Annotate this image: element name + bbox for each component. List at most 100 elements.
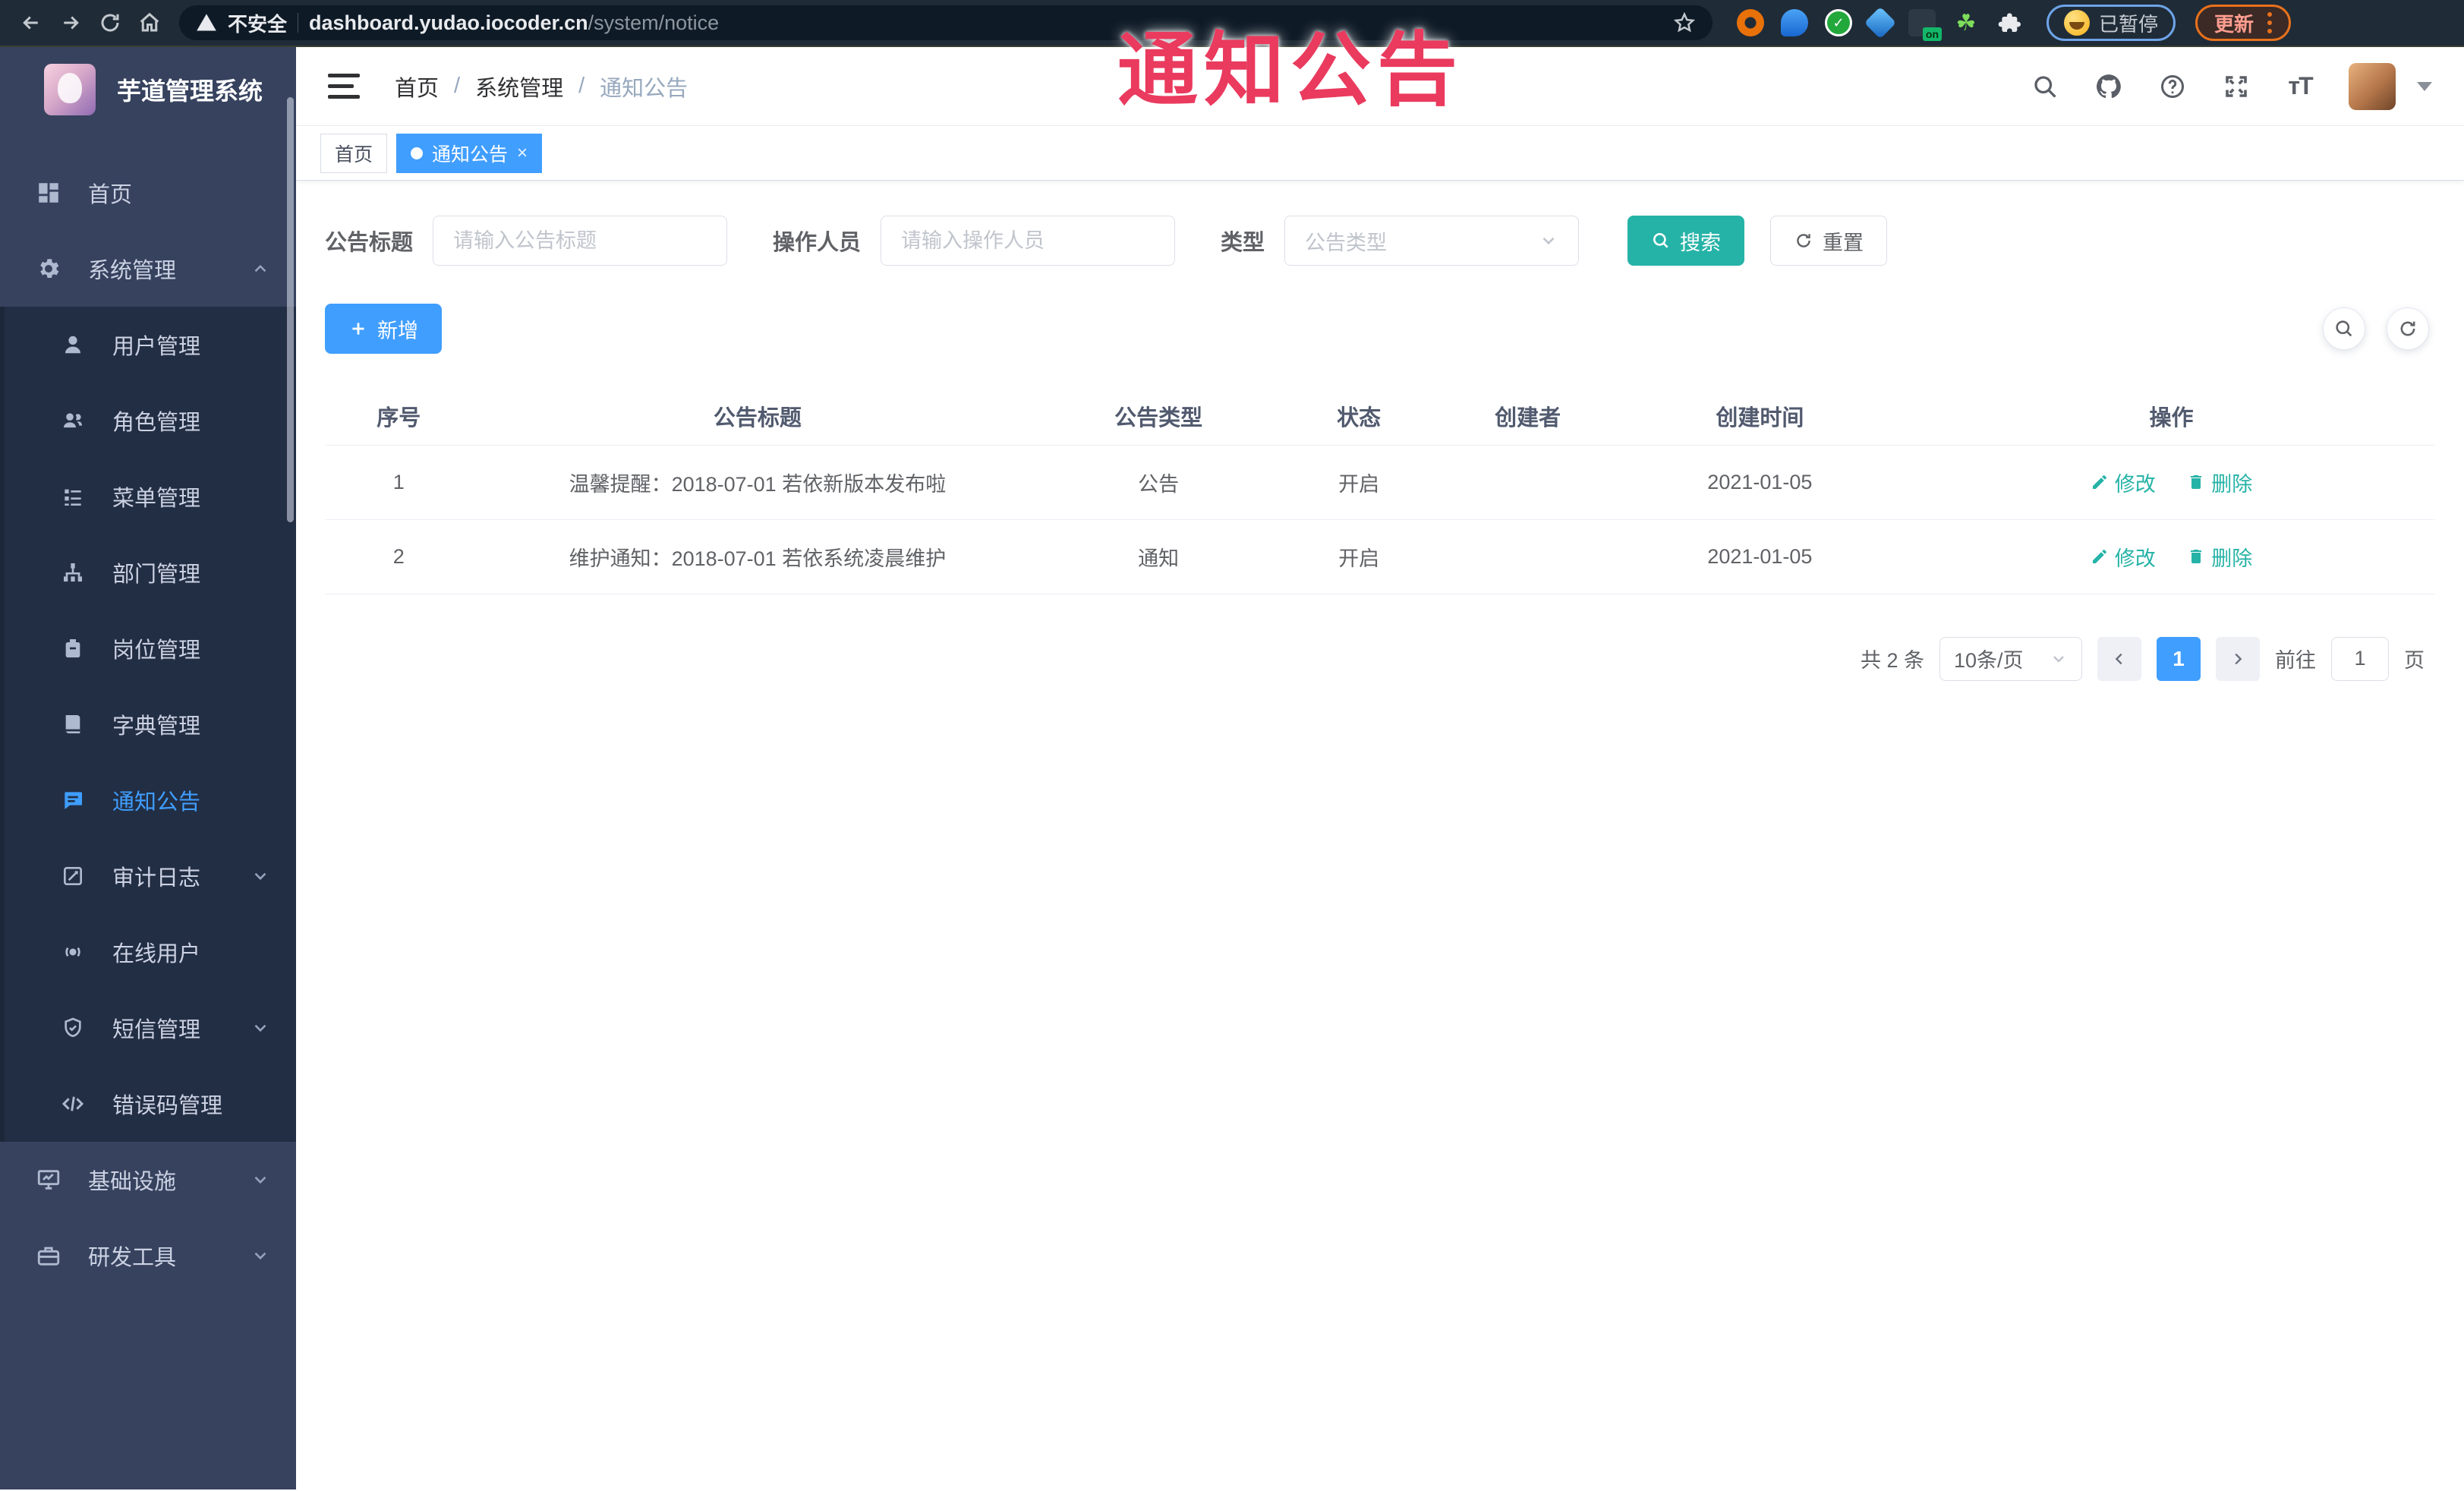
refresh-icon (1797, 234, 1810, 247)
tab-notice-announcement[interactable]: 通知公告 × (396, 133, 543, 173)
hamburger-icon[interactable] (328, 74, 360, 99)
operator-input[interactable] (881, 216, 1176, 266)
fullscreen-icon[interactable] (2221, 71, 2251, 102)
sidebar-item-department-management[interactable]: 部门管理 (0, 534, 296, 610)
extension-orange-ring-icon[interactable] (1737, 9, 1764, 36)
tab-label: 首页 (335, 143, 373, 165)
type-label: 类型 (1221, 231, 1265, 255)
profile-paused-pill[interactable]: 已暂停 (2047, 5, 2176, 41)
sidebar-item-label: 短信管理 (112, 1018, 201, 1042)
refresh-table-button[interactable] (2387, 307, 2429, 350)
sidebar-item-sms-management[interactable]: 短信管理 (0, 990, 296, 1066)
notice-title-label: 公告标题 (325, 231, 414, 255)
breadcrumb-home[interactable]: 首页 (395, 71, 439, 102)
page-url: dashboard.yudao.iocoder.cn/system/notice (309, 11, 719, 35)
top-navbar: 首页 / 系统管理 / 通知公告 тT (296, 47, 2464, 126)
url-host: dashboard.yudao.iocoder.cn (309, 11, 588, 34)
page-number-button[interactable]: 1 (2157, 636, 2201, 681)
delete-link[interactable]: 删除 (2187, 468, 2252, 497)
cell-status: 开启 (1274, 445, 1444, 520)
cell-creator (1443, 519, 1612, 594)
browser-home-icon[interactable] (132, 5, 167, 40)
page-size-select[interactable]: 10条/页 (1939, 636, 2082, 681)
sidebar-item-dev-tools[interactable]: 研发工具 (0, 1218, 296, 1294)
sidebar-item-online-users[interactable]: 在线用户 (0, 914, 296, 990)
cell-title: 温馨提醒：2018-07-01 若依新版本发布啦 (472, 445, 1043, 520)
github-icon[interactable] (2094, 71, 2124, 102)
cell-creator (1443, 445, 1612, 520)
breadcrumb-system[interactable]: 系统管理 (475, 71, 563, 102)
sidebar-item-error-code-management[interactable]: 错误码管理 (0, 1066, 296, 1142)
sidebar-item-infrastructure[interactable]: 基础设施 (0, 1142, 296, 1218)
badge-icon (58, 636, 88, 660)
plus-icon (352, 323, 364, 335)
extension-green-circle-icon[interactable]: ✓ (1825, 9, 1852, 36)
chevron-down-icon (2053, 655, 2064, 663)
extensions-puzzle-icon[interactable] (1996, 9, 2024, 36)
extension-blue-drop-icon[interactable] (1781, 9, 1808, 36)
add-button[interactable]: 新增 (325, 304, 442, 354)
page-unit-label: 页 (2404, 649, 2425, 672)
sidebar-item-audit-log[interactable]: 审计日志 (0, 838, 296, 914)
cell-created: 2021-01-05 (1612, 445, 1908, 520)
extension-switch-icon[interactable]: on (1908, 9, 1942, 41)
search-icon[interactable] (2030, 71, 2060, 102)
tab-home[interactable]: 首页 (320, 133, 388, 173)
extension-blue-gem-icon[interactable] (1864, 6, 1897, 39)
avatar-caret-icon[interactable] (2417, 81, 2432, 91)
breadcrumb-current: 通知公告 (600, 76, 688, 101)
main-panel: 首页 / 系统管理 / 通知公告 тT 首页 通知公告 × 公告标题 请输入公告… (296, 47, 2464, 1489)
browser-back-icon[interactable] (14, 5, 49, 40)
extension-toolbar: ✓ on ☘ (1737, 6, 2024, 41)
sidebar-item-home[interactable]: 首页 (0, 155, 296, 231)
prev-page-button[interactable] (2097, 636, 2141, 681)
col-index: 序号 (325, 387, 473, 446)
user-avatar[interactable] (2349, 62, 2396, 110)
url-path: /system/notice (588, 11, 720, 34)
extension-sprout-icon[interactable]: ☘ (1952, 9, 1980, 36)
sidebar: 芋道管理系统 首页 系统管理 用户管理 角色管理 菜单管理 部门管理 岗位管理 … (0, 47, 296, 1489)
help-icon[interactable] (2157, 71, 2188, 102)
edit-link[interactable]: 修改 (2091, 542, 2156, 572)
app-logo-row[interactable]: 芋道管理系统 (0, 47, 296, 132)
toggle-search-button[interactable] (2323, 307, 2365, 350)
delete-link[interactable]: 删除 (2187, 542, 2252, 572)
sidebar-item-label: 角色管理 (112, 411, 201, 435)
notice-table: 序号 公告标题 公告类型 状态 创建者 创建时间 操作 1 温馨提醒：2018-… (325, 387, 2435, 594)
search-button[interactable]: 搜索 (1627, 216, 1745, 266)
next-page-button[interactable] (2216, 636, 2260, 681)
edit-link[interactable]: 修改 (2091, 468, 2156, 497)
sidebar-item-system-management[interactable]: 系统管理 (0, 231, 296, 307)
table-tools (2323, 307, 2429, 350)
tab-label: 通知公告 (432, 143, 509, 165)
sidebar-item-menu-management[interactable]: 菜单管理 (0, 459, 296, 534)
notice-title-input[interactable] (433, 216, 728, 266)
sidebar-item-dict-management[interactable]: 字典管理 (0, 686, 296, 762)
font-size-icon[interactable]: тT (2285, 71, 2315, 102)
cell-index: 2 (325, 519, 473, 594)
goto-page-input[interactable] (2331, 636, 2389, 681)
browser-forward-icon[interactable] (53, 5, 88, 40)
col-type: 公告类型 (1042, 387, 1275, 446)
browser-update-button[interactable]: 更新 (2195, 5, 2292, 41)
sidebar-item-post-management[interactable]: 岗位管理 (0, 610, 296, 686)
col-created: 创建时间 (1612, 387, 1908, 446)
sidebar-item-label: 系统管理 (88, 259, 177, 283)
browser-menu-icon[interactable] (2267, 12, 2273, 33)
sidebar-item-user-management[interactable]: 用户管理 (0, 307, 296, 383)
reset-button[interactable]: 重置 (1770, 216, 1888, 266)
chevron-down-icon (250, 1170, 270, 1190)
address-bar[interactable]: 不安全 dashboard.yudao.iocoder.cn/system/no… (179, 5, 1713, 40)
notice-type-select[interactable]: 公告类型 (1284, 216, 1580, 266)
browser-reload-icon[interactable] (93, 5, 128, 40)
bookmark-star-icon[interactable] (1673, 11, 1696, 34)
org-tree-icon (58, 560, 88, 585)
sidebar-scrollbar[interactable] (287, 97, 294, 522)
tab-close-icon[interactable]: × (517, 143, 528, 162)
sidebar-item-role-management[interactable]: 角色管理 (0, 383, 296, 459)
sidebar-item-notice-announcement[interactable]: 通知公告 (0, 762, 296, 838)
sidebar-item-label: 通知公告 (112, 790, 201, 815)
chevron-left-icon (2115, 653, 2122, 664)
sidebar-item-label: 部门管理 (112, 563, 201, 587)
cell-index: 1 (325, 445, 473, 520)
